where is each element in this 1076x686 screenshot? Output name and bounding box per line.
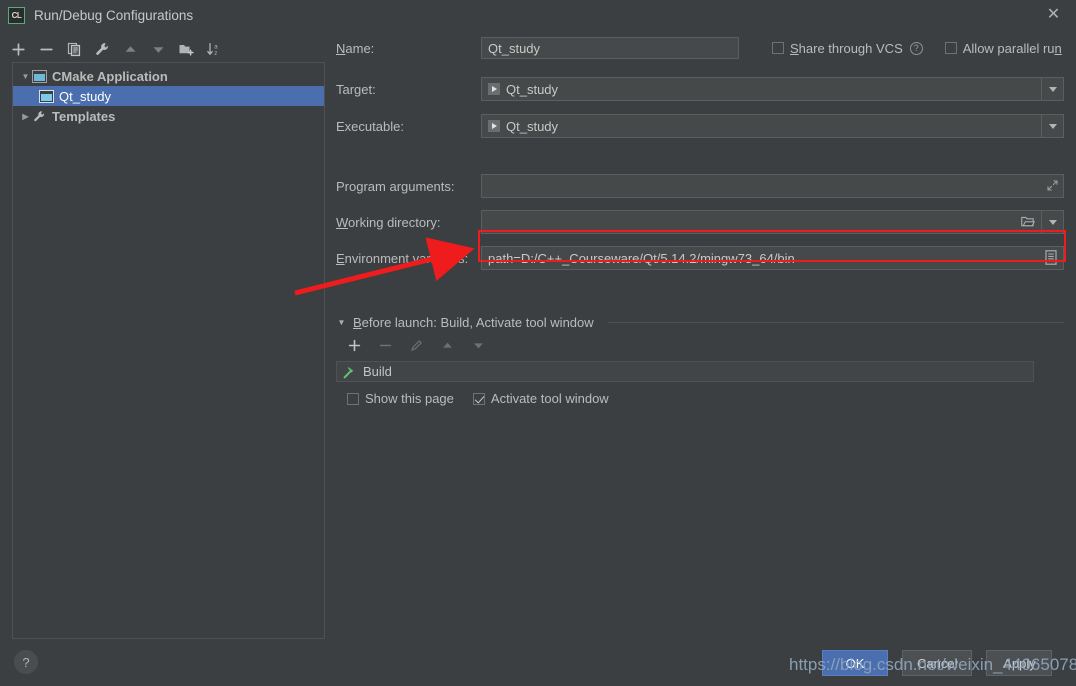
folder-icon[interactable] [1021,215,1036,231]
executable-value: Qt_study [506,118,559,134]
cancel-button[interactable]: Cancel [902,650,973,676]
help-button[interactable]: ? [14,650,38,674]
allow-parallel-run-label: Allow parallel run [962,40,1062,56]
before-launch-title: Before launch: Build, Activate tool wind… [353,315,594,330]
apply-button[interactable]: Apply [986,650,1053,676]
before-launch-header[interactable]: ▼ Before launch: Build, Activate tool wi… [336,315,1064,330]
remove-configuration-button[interactable] [38,41,55,58]
expand-twisty-icon[interactable]: ▼ [19,72,32,81]
tree-node-label: Qt_study [59,88,112,104]
task-label: Build [363,364,392,379]
environment-variables-row: Environment variables: path=D:/C++_Cours… [336,246,1064,270]
move-down-button[interactable] [150,41,167,58]
copy-configuration-button[interactable] [66,41,83,58]
name-row: Name: Qt_study Share through VCS ? Allow… [336,36,1064,60]
activate-tool-window-checkbox[interactable]: Activate tool window [472,391,609,406]
target-combobox[interactable]: Qt_study [481,77,1064,101]
tree-node-label: Templates [52,108,116,124]
checkbox-box[interactable] [772,42,784,54]
target-value: Qt_study [506,81,559,97]
share-through-vcs-checkbox[interactable]: Share through VCS ? [772,41,923,56]
before-launch-divider [607,322,1064,323]
show-this-page-label: Show this page [365,391,454,406]
name-input[interactable]: Qt_study [481,37,739,59]
folder-add-icon[interactable] [178,41,195,58]
target-row: Target: Qt_study [336,77,1064,101]
clion-icon: CL [8,6,25,24]
tree-node-label: CMake Application [52,68,168,84]
wrench-icon[interactable] [94,41,111,58]
task-move-up-button [440,338,457,355]
add-task-button[interactable] [347,338,364,355]
working-directory-label: Working directory: [336,214,441,230]
program-arguments-row: Program arguments: [336,174,1064,198]
executable-row: Executable: Qt_study [336,114,1064,138]
close-icon[interactable]: ✕ [1045,7,1062,24]
ok-button[interactable]: OK [822,650,888,676]
before-launch-options: Show this page Activate tool window [347,391,1064,406]
svg-text:z: z [214,50,217,57]
name-label: Name: [336,40,375,56]
configurations-toolbar: a z [10,36,220,62]
environment-variables-label: Environment variables: [336,250,469,266]
working-directory-row: Working directory: [336,210,1064,234]
hammer-icon [343,365,357,379]
name-input-value: Qt_study [488,40,541,56]
tree-node-cmake-application[interactable]: ▼ CMake Application [13,66,324,86]
working-directory-input[interactable] [481,210,1064,234]
chevron-down-icon[interactable] [1041,78,1063,100]
program-arguments-label: Program arguments: [336,178,455,194]
configuration-form: Name: Qt_study Share through VCS ? Allow… [336,36,1064,406]
pencil-icon [409,338,426,355]
executable-label: Executable: [336,118,404,134]
collapse-twisty-icon[interactable]: ▶ [19,112,32,121]
tree-node-templates[interactable]: ▶ Templates [13,106,324,126]
before-launch-toolbar [347,338,1064,355]
share-through-vcs-label: Share through VCS [790,40,903,56]
title-bar: CL Run/Debug Configurations [0,0,1076,30]
run-target-icon [488,83,500,95]
chevron-down-icon[interactable] [1041,115,1063,137]
sort-az-icon[interactable]: a z [206,41,223,58]
before-launch-task-build[interactable]: Build [336,361,1034,382]
task-move-down-button [471,338,488,355]
remove-task-button [378,338,395,355]
environment-variables-input[interactable]: path=D:/C++_Courseware/Qt/5.14.2/mingw73… [481,246,1064,270]
tree-node-qt-study[interactable]: Qt_study [13,86,324,106]
application-icon [32,69,47,83]
edit-list-icon[interactable] [1045,250,1057,268]
checkbox-box[interactable] [347,392,359,405]
clion-icon-label: CL [11,10,22,20]
run-target-icon [488,120,500,132]
move-up-button[interactable] [122,41,139,58]
before-launch-twisty-icon[interactable]: ▼ [336,318,347,327]
activate-tool-window-label: Activate tool window [490,391,609,406]
configurations-tree[interactable]: ▼ CMake Application Qt_study ▶ Templates [12,62,325,639]
environment-variables-value: path=D:/C++_Courseware/Qt/5.14.2/mingw73… [488,250,795,266]
target-label: Target: [336,81,376,97]
question-mark-icon[interactable]: ? [909,41,923,55]
program-arguments-input[interactable] [481,174,1064,198]
checkbox-box[interactable] [472,392,485,405]
wrench-icon [32,110,47,123]
checkbox-box[interactable] [944,42,957,54]
chevron-down-icon[interactable] [1041,211,1063,233]
show-this-page-checkbox[interactable]: Show this page [347,391,454,406]
window-title: Run/Debug Configurations [34,7,194,23]
allow-parallel-run-checkbox[interactable]: Allow parallel run [944,40,1062,56]
application-icon [39,89,54,103]
expand-editor-icon[interactable] [1047,179,1058,194]
executable-combobox[interactable]: Qt_study [481,114,1064,138]
add-configuration-button[interactable] [10,41,27,58]
dialog-buttons: OK Cancel Apply [822,650,1053,676]
